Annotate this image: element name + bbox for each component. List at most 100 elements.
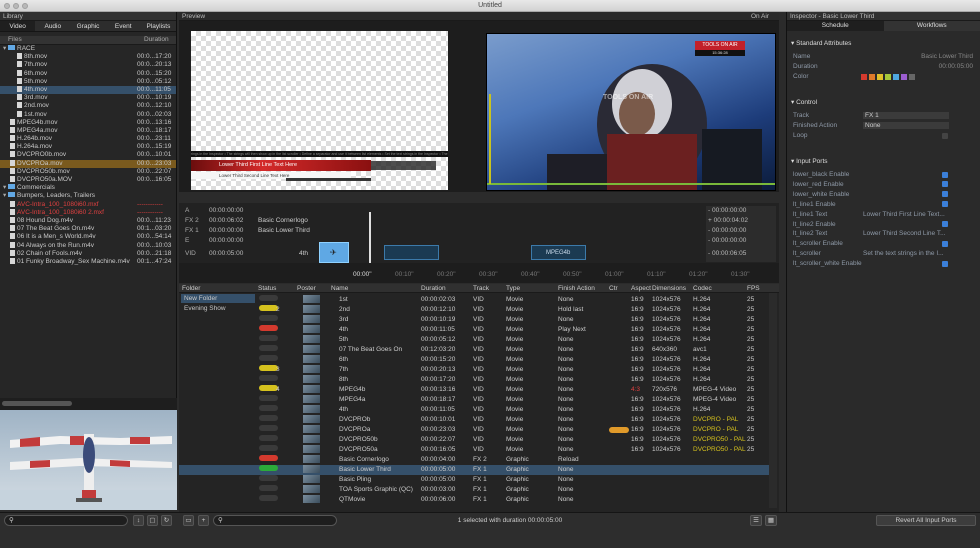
color-swatch[interactable] <box>877 74 883 80</box>
status-pill[interactable] <box>259 335 278 341</box>
section-control[interactable]: ▾ Control <box>791 98 817 106</box>
color-swatch[interactable] <box>893 74 899 80</box>
grid-view-button[interactable]: ▦ <box>765 515 777 526</box>
file-row[interactable]: ▾ Commercials <box>0 184 176 192</box>
playlist-row[interactable]: 4 MPEG4b 00:00:13:16 VID Movie None 4:3 720x576… <box>179 385 769 395</box>
playlist-row[interactable]: 8th 00:00:17:20 VID Movie None 16:9 1024x576 H.… <box>179 375 769 385</box>
column-header[interactable]: Type <box>506 284 520 293</box>
file-row[interactable]: 6th.mov 00:0...15:20 <box>0 69 176 78</box>
port-text-value[interactable]: Set the text strings in the I... <box>863 249 944 259</box>
port-checkbox[interactable] <box>942 181 948 188</box>
color-swatch[interactable] <box>885 74 891 80</box>
tab-playlists[interactable]: Playlists <box>141 21 176 31</box>
file-row[interactable]: DVCPRO50b.mov 00:0...22:07 <box>0 167 176 176</box>
timeline-ruler[interactable]: 00:00" 00:10" 00:20" 00:30" 00:40" 00:50" 01:0… <box>179 263 779 283</box>
file-row[interactable]: 07 The Beat Goes On.m4v 00:1...03:20 <box>0 225 176 233</box>
color-swatch[interactable] <box>909 74 915 80</box>
file-row[interactable]: 2nd.mov 00:0...12:10 <box>0 102 176 110</box>
file-row[interactable]: DVCPROa.mov 00:0...23:03 <box>0 159 176 168</box>
playlist-row[interactable]: 1st 00:00:02:03 VID Movie None 16:9 1024x576 H.… <box>179 295 769 305</box>
status-pill[interactable] <box>259 465 278 471</box>
status-pill[interactable] <box>259 475 278 481</box>
port-checkbox[interactable] <box>942 191 948 198</box>
file-row[interactable]: AVC-Intra_100_1080i60.mxf ------------ <box>0 200 176 209</box>
status-pill[interactable] <box>259 435 278 441</box>
view-button[interactable]: ▢ <box>147 515 158 526</box>
column-header[interactable]: Duration <box>421 284 446 293</box>
port-text-value[interactable]: Lower Third First Line Text... <box>863 210 945 220</box>
playlist-row[interactable]: TOA Sports Graphic (QC) 00:00:03:00 FX 1 Gr… <box>179 485 769 495</box>
file-row[interactable]: DVCPRO50a.MOV 00:0...16:05 <box>0 176 176 184</box>
playlist-row[interactable]: 6th 00:00:15:20 VID Movie None 16:9 1024x576 H.… <box>179 355 769 365</box>
playlist-row[interactable]: Basic Pling 00:00:05:00 FX 1 Graphic None <box>179 475 769 485</box>
playlist-row[interactable]: 4th 00:00:11:05 VID Movie Play Next 16:9 1024x… <box>179 325 769 335</box>
refresh-button[interactable]: ↻ <box>161 515 172 526</box>
playlist-row[interactable]: Basic Cornerlogo 00:00:04:00 FX 2 Graphic Re… <box>179 455 769 465</box>
status-pill[interactable] <box>259 395 278 401</box>
timeline-clip-mpeg4b[interactable]: MPEG4b <box>531 245 586 260</box>
tab-audio[interactable]: Audio <box>35 21 70 31</box>
port-checkbox[interactable] <box>942 260 948 267</box>
color-swatch[interactable] <box>869 74 875 80</box>
tab-event[interactable]: Event <box>106 21 141 31</box>
playlist-row[interactable]: DVCPRO50b 00:00:22:07 VID Movie None 16:9 1024… <box>179 435 769 445</box>
tab-workflows[interactable]: Workflows <box>884 21 980 31</box>
status-pill[interactable] <box>259 445 278 451</box>
file-row[interactable]: 7th.mov 00:0...20:13 <box>0 61 176 69</box>
playlist-scrollbar[interactable] <box>769 293 777 508</box>
playlist-row[interactable]: 3rd 00:00:10:19 VID Movie None 16:9 1024x576 H.… <box>179 315 769 325</box>
status-pill[interactable] <box>259 425 278 431</box>
file-row[interactable]: AVC-Intra_100_1080i60 2.mxf ------------ <box>0 208 176 217</box>
timeline-track[interactable]: E 00:00:00:00 - 00:00:00:00 <box>179 236 779 246</box>
attr-name-value[interactable]: Basic Lower Third <box>921 52 973 62</box>
status-pill[interactable] <box>259 295 278 301</box>
screen-button[interactable]: ▭ <box>183 515 194 526</box>
column-header[interactable]: Status <box>258 284 276 293</box>
track-select[interactable]: FX 1 <box>863 112 949 119</box>
file-row[interactable]: DVCPRO0b.mov 00:0...10:01 <box>0 151 176 159</box>
preview-canvas[interactable]: rings in the Inspector • The strings wil… <box>191 31 448 190</box>
file-row[interactable]: 5th.mov 00:0...05:12 <box>0 77 176 86</box>
timeline-clip-3rd[interactable] <box>384 245 439 260</box>
column-header[interactable]: Track <box>473 284 489 293</box>
status-pill[interactable] <box>259 495 278 501</box>
status-pill[interactable] <box>259 355 278 361</box>
playlist-row[interactable]: Basic Lower Third 00:00:05:00 FX 1 Graphic N… <box>179 465 769 475</box>
status-pill[interactable] <box>259 455 278 461</box>
column-header[interactable]: Finish Action <box>558 284 595 293</box>
file-row[interactable]: MPEG4a.mov 00:0...18:17 <box>0 126 176 135</box>
timeline-current-clip[interactable]: ✈ <box>319 242 349 263</box>
column-header[interactable]: Dimensions <box>652 284 686 293</box>
playlist-row[interactable]: QTMovie 00:00:06:00 FX 1 Graphic None <box>179 495 769 505</box>
column-header[interactable]: Poster <box>297 284 316 293</box>
loop-checkbox[interactable] <box>942 132 948 139</box>
file-row[interactable]: 02 Chain of Fools.m4v 00:0...21:18 <box>0 249 176 258</box>
playlist-row[interactable]: DVCPROa 00:00:23:03 VID Movie None 16:9 1024x5… <box>179 425 769 435</box>
playlist-row[interactable]: MPEG4a 00:00:18:17 VID Movie None 16:9 1024x57… <box>179 395 769 405</box>
timeline-track[interactable]: A 00:00:00:00 - 00:00:00:00 <box>179 206 779 216</box>
tab-schedule[interactable]: Schedule <box>787 21 884 31</box>
file-row[interactable]: 06 It is a Men_s World.m4v 00:0...54:14 <box>0 233 176 241</box>
file-row[interactable]: ▾ RACE <box>0 45 176 53</box>
color-swatch[interactable] <box>901 74 907 80</box>
playlist-row[interactable]: 5th 00:00:05:12 VID Movie None 16:9 1024x576 H.… <box>179 335 769 345</box>
port-checkbox[interactable] <box>942 221 948 227</box>
timeline[interactable]: A 00:00:00:00 - 00:00:00:00 FX 2 00:00:06:02… <box>179 203 779 283</box>
status-pill[interactable] <box>259 415 278 421</box>
file-row[interactable]: 4th.mov 00:0...11:05 <box>0 85 176 95</box>
column-header[interactable]: Codec <box>693 284 712 293</box>
file-row[interactable]: 1st.mov 00:0...02:03 <box>0 110 176 119</box>
status-pill[interactable] <box>259 375 278 381</box>
status-pill[interactable] <box>259 405 278 411</box>
add-button[interactable]: + <box>198 515 209 526</box>
library-search-input[interactable]: ⚲ <box>4 515 128 526</box>
timeline-track[interactable]: FX 1 00:00:00:00 Basic Lower Third - 00:00:… <box>179 226 779 236</box>
playlist-row[interactable]: 3 7th 00:00:20:13 VID Movie None 16:9 1024x576 H… <box>179 365 769 375</box>
col-files[interactable]: Files <box>8 36 22 43</box>
library-scrollbar[interactable] <box>0 398 177 410</box>
tab-graphic[interactable]: Graphic <box>70 21 105 31</box>
file-row[interactable]: 8th.mov 00:0...17:20 <box>0 53 176 61</box>
status-pill[interactable] <box>259 345 278 351</box>
file-row[interactable]: 04 Always on the Run.m4v 00:0...10:03 <box>0 241 176 250</box>
list-view-button[interactable]: ☰ <box>750 515 762 526</box>
